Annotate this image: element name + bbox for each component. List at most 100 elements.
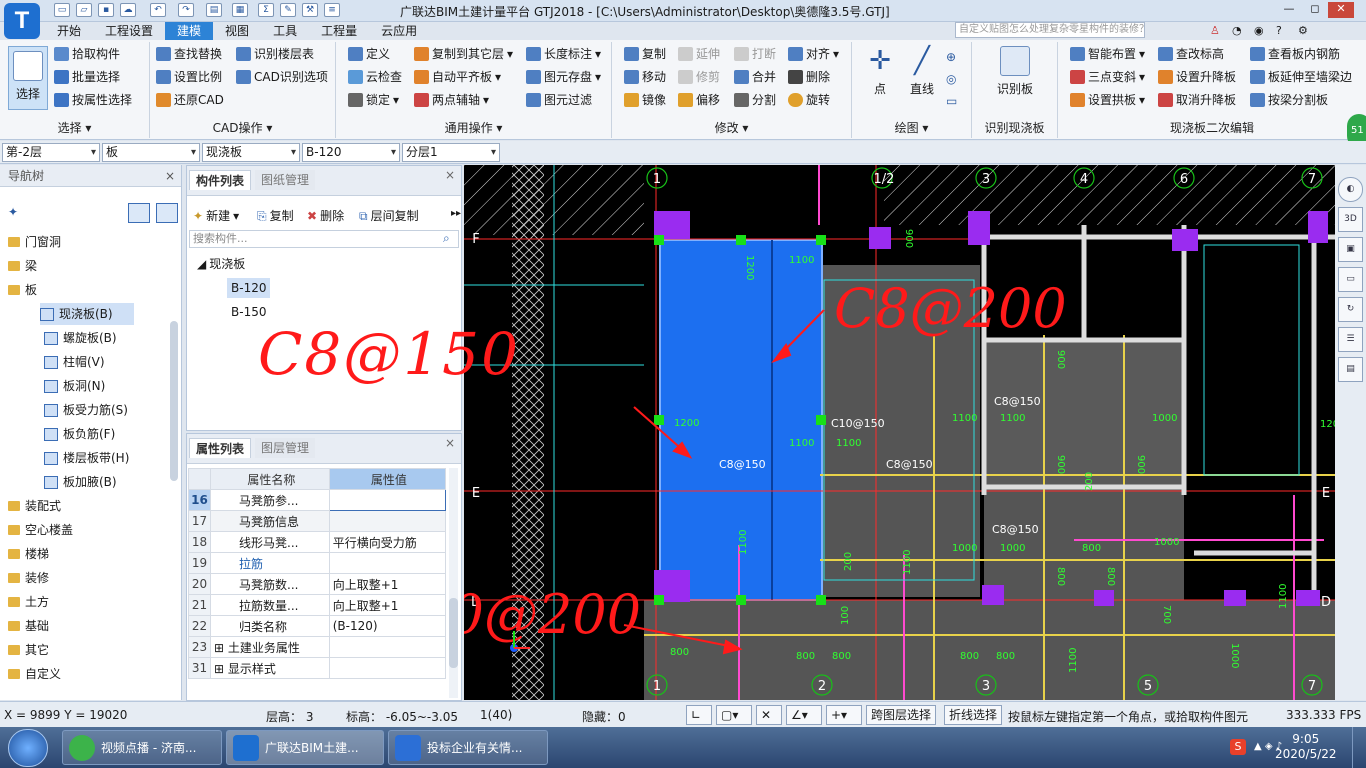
list-view-icon[interactable] bbox=[128, 203, 150, 223]
cross-layer-select-button[interactable]: 跨图层选择 bbox=[866, 705, 937, 725]
report-icon[interactable]: ▦ bbox=[232, 3, 248, 17]
save-icon[interactable]: ▪ bbox=[98, 3, 114, 17]
copy-to-other-floor-button[interactable]: 复制到其它层 ▾ bbox=[414, 44, 513, 64]
restore-cad-button[interactable]: 还原CAD bbox=[156, 90, 224, 110]
merge-button[interactable]: 合并 bbox=[734, 67, 776, 87]
help-search-input[interactable]: 自定义贴图怎么处理复杂零星构件的装修？ bbox=[955, 22, 1145, 38]
draw-more-icons[interactable]: ⊕ ◎ ▭ bbox=[946, 46, 957, 112]
break-button[interactable]: 打断 bbox=[734, 44, 776, 64]
draw-line-button[interactable]: ╱ 直线 bbox=[902, 46, 942, 97]
nav-scrollbar[interactable] bbox=[170, 321, 178, 481]
delete-button[interactable]: 删除 bbox=[788, 67, 830, 87]
new-component-button[interactable]: ✦ 新建 ▾ bbox=[193, 206, 239, 226]
nav-item-column-cap[interactable]: 柱帽(V) bbox=[44, 351, 105, 373]
tab-tools[interactable]: 工具 bbox=[261, 22, 309, 40]
print-icon[interactable]: ▤ bbox=[206, 3, 222, 17]
layers-icon[interactable]: ▤ bbox=[1338, 357, 1363, 382]
edit-icon[interactable]: ✎ bbox=[280, 3, 296, 17]
nav-item-slab-strip[interactable]: 楼层板带(H) bbox=[44, 447, 129, 469]
open-file-icon[interactable]: ▱ bbox=[76, 3, 92, 17]
set-scale-button[interactable]: 设置比例 bbox=[156, 67, 222, 87]
component-b150[interactable]: B-150 bbox=[231, 302, 266, 322]
close-icon[interactable]: × bbox=[445, 168, 455, 182]
select-button[interactable]: 选择 bbox=[8, 46, 48, 110]
component-search-input[interactable]: 搜索构件... bbox=[189, 230, 459, 248]
tab-start[interactable]: 开始 bbox=[45, 22, 93, 40]
tab-drawing-manage[interactable]: 图纸管理 bbox=[255, 170, 316, 190]
nav-item-slab-hole[interactable]: 板洞(N) bbox=[44, 375, 105, 397]
copy-button[interactable]: 复制 bbox=[624, 44, 666, 64]
rotate-button[interactable]: 旋转 bbox=[788, 90, 830, 110]
chat-icon[interactable]: ◉ bbox=[1254, 24, 1264, 37]
settings-icon[interactable]: ⚙ bbox=[1298, 24, 1308, 37]
expand-icon[interactable]: ✦ bbox=[8, 205, 18, 219]
trim-button[interactable]: 修剪 bbox=[678, 67, 720, 87]
draw-point-button[interactable]: ✛ 点 bbox=[860, 46, 900, 97]
tree-root-cast-slab[interactable]: ◢ 现浇板 bbox=[197, 254, 245, 274]
recognize-slab-button[interactable]: 识别板 bbox=[988, 46, 1042, 97]
cancel-snap-icon[interactable]: ✕ bbox=[756, 705, 782, 725]
set-drop-slab-button[interactable]: 设置升降板 bbox=[1158, 67, 1236, 87]
snap-icon[interactable]: ▢▾ bbox=[716, 705, 752, 725]
component-select[interactable]: B-120 bbox=[302, 143, 400, 162]
undo-icon[interactable]: ↶ bbox=[150, 3, 166, 17]
view-slab-rebar-button[interactable]: 查看板内钢筋 bbox=[1250, 44, 1340, 64]
split-by-beam-button[interactable]: 按梁分割板 bbox=[1250, 90, 1328, 110]
nav-item-slab-rebar[interactable]: 板受力筋(S) bbox=[44, 399, 128, 421]
new-file-icon[interactable]: ▭ bbox=[54, 3, 70, 17]
three-point-slope-button[interactable]: 三点变斜 ▾ bbox=[1070, 67, 1145, 87]
sublayer-select[interactable]: 分层1 bbox=[402, 143, 500, 162]
offset-button[interactable]: 偏移 bbox=[678, 90, 720, 110]
redo-icon[interactable]: ↷ bbox=[178, 3, 194, 17]
nav-item-cast-slab[interactable]: 现浇板(B) bbox=[40, 303, 134, 325]
drawing-canvas[interactable]: 1 1/2 3 4 6 7 1 2 3 5 7 F E D E D C8@150… bbox=[464, 165, 1335, 700]
split-button[interactable]: 分割 bbox=[734, 90, 776, 110]
clock[interactable]: 9:05 2020/5/22 bbox=[1275, 732, 1337, 762]
grid-view-icon[interactable] bbox=[156, 203, 178, 223]
user-icon[interactable]: ♙ bbox=[1210, 24, 1220, 37]
property-scrollbar[interactable] bbox=[449, 468, 458, 698]
close-icon[interactable]: × bbox=[165, 165, 175, 187]
floor-copy-button[interactable]: ⧉ 层间复制 bbox=[359, 206, 419, 226]
start-button[interactable] bbox=[8, 729, 48, 767]
tab-modeling[interactable]: 建模 bbox=[165, 22, 214, 40]
cad-drawing[interactable]: 1 1/2 3 4 6 7 1 2 3 5 7 F E D E D C8@150… bbox=[464, 165, 1335, 700]
property-value-input[interactable] bbox=[328, 489, 447, 511]
two-point-axis-button[interactable]: 两点辅轴 ▾ bbox=[414, 90, 489, 110]
auto-align-slab-button[interactable]: 自动平齐板 ▾ bbox=[414, 67, 501, 87]
taskbar-app-video[interactable]: 视频点播 - 济南... bbox=[62, 730, 222, 765]
type-select[interactable]: 现浇板 bbox=[202, 143, 300, 162]
layer-icon[interactable]: ≡ bbox=[324, 3, 340, 17]
3d-view-icon[interactable]: 3D bbox=[1338, 207, 1363, 232]
mirror-button[interactable]: 镜像 bbox=[624, 90, 666, 110]
category-select[interactable]: 板 bbox=[102, 143, 200, 162]
taskbar-app-doc[interactable]: 投标企业有关情... bbox=[388, 730, 548, 765]
tab-quantity[interactable]: 工程量 bbox=[309, 22, 369, 40]
lock-button[interactable]: 锁定 ▾ bbox=[348, 90, 399, 110]
delete-component-button[interactable]: ✖ 删除 bbox=[307, 206, 344, 226]
floor-select[interactable]: 第-2层 bbox=[2, 143, 100, 162]
nav-item-stairs[interactable]: 楼梯 bbox=[8, 543, 49, 565]
expand-icon[interactable]: ⊞ bbox=[214, 662, 224, 676]
ortho-icon[interactable]: ∟ bbox=[686, 705, 712, 725]
tab-view[interactable]: 视图 bbox=[213, 22, 261, 40]
help-icon[interactable]: ? bbox=[1276, 24, 1282, 37]
nav-item-door-window[interactable]: 门窗洞 bbox=[8, 231, 61, 253]
minimize-button[interactable]: — bbox=[1276, 2, 1302, 18]
calc-icon[interactable]: Σ bbox=[258, 3, 274, 17]
tool-icon[interactable]: ⚒ bbox=[302, 3, 318, 17]
check-elevation-button[interactable]: 查改标高 bbox=[1158, 44, 1224, 64]
tab-cloud[interactable]: 云应用 bbox=[369, 22, 429, 40]
component-b120[interactable]: B-120 bbox=[227, 278, 271, 298]
show-desktop-button[interactable] bbox=[1352, 727, 1366, 768]
expand-icon[interactable]: ⊞ bbox=[214, 641, 224, 655]
tab-layer-manage[interactable]: 图层管理 bbox=[255, 438, 316, 458]
tab-project-settings[interactable]: 工程设置 bbox=[93, 22, 165, 40]
cancel-drop-slab-button[interactable]: 取消升降板 bbox=[1158, 90, 1236, 110]
extend-button[interactable]: 延伸 bbox=[678, 44, 720, 64]
dynamic-input-icon[interactable]: +▾ bbox=[826, 705, 862, 725]
cloud-check-button[interactable]: 云检查 bbox=[348, 67, 402, 87]
nav-item-slab[interactable]: 板 bbox=[8, 279, 37, 301]
move-button[interactable]: 移动 bbox=[624, 67, 666, 87]
identify-floor-table-button[interactable]: 识别楼层表 bbox=[236, 44, 314, 64]
